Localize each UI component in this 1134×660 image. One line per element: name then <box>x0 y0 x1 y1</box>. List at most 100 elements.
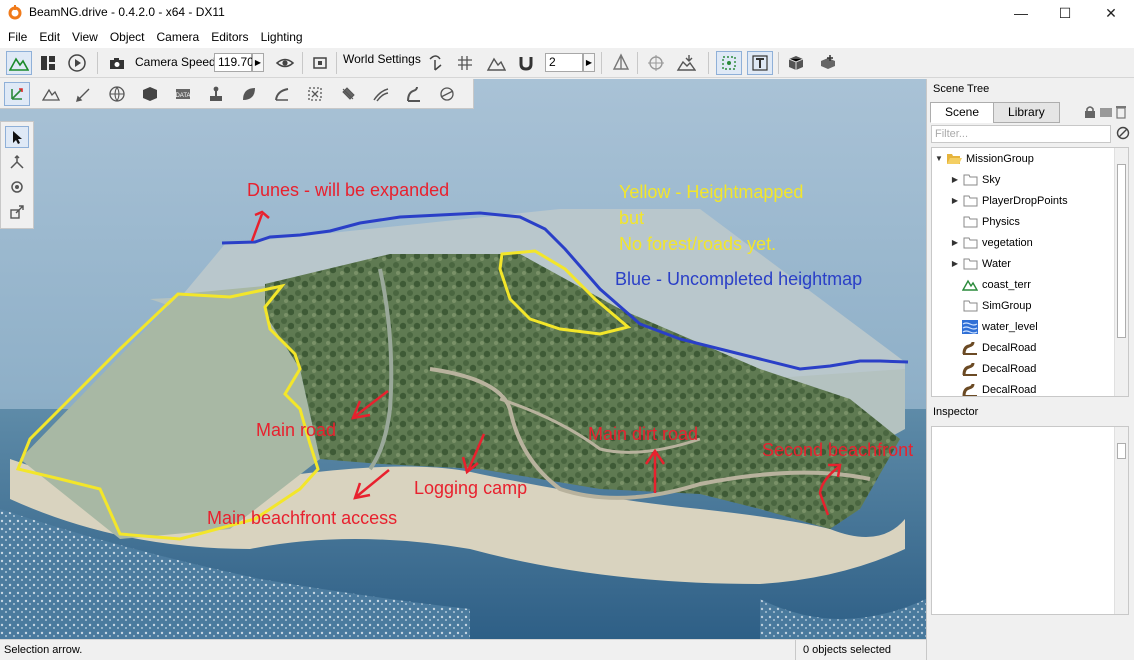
camera-button[interactable] <box>104 51 130 75</box>
tab-library[interactable]: Library <box>993 102 1060 123</box>
tree-item-sky[interactable]: ▶ Sky <box>950 169 1000 190</box>
forest-editor-tool[interactable] <box>203 82 229 106</box>
move-tool[interactable] <box>5 151 29 173</box>
datablock-editor-tool[interactable]: DATA <box>170 82 196 106</box>
menu-view[interactable]: View <box>66 27 104 47</box>
tree-item-water-level[interactable]: water_level <box>950 316 1038 337</box>
camera-speed-stepper[interactable]: ▶ <box>252 53 264 72</box>
terrain-painter-tool[interactable] <box>71 82 97 106</box>
prefab-button[interactable] <box>815 51 841 75</box>
magnet-snap-button[interactable] <box>513 51 539 75</box>
delete-icon[interactable] <box>1115 104 1127 119</box>
menu-object[interactable]: Object <box>104 27 151 47</box>
prism-icon <box>612 53 630 70</box>
road-editor-tool[interactable] <box>368 82 394 106</box>
menu-camera[interactable]: Camera <box>151 27 206 47</box>
beamng-logo-icon <box>8 5 22 20</box>
clear-filter-icon[interactable] <box>1116 126 1130 140</box>
tree-item-label: SimGroup <box>982 299 1032 312</box>
menu-lighting[interactable]: Lighting <box>255 27 309 47</box>
scrollbar-thumb[interactable] <box>1117 443 1126 459</box>
annotation-main-beachfront: Main beachfront access <box>207 508 398 528</box>
drop-at-terrain-button[interactable] <box>673 51 699 75</box>
object-text-button[interactable] <box>747 51 773 75</box>
editor-toolbar: DATA <box>0 79 474 109</box>
river-editor-tool[interactable] <box>269 82 295 106</box>
folder-icon <box>962 236 978 250</box>
group-icon[interactable] <box>1099 106 1113 118</box>
maximize-button[interactable]: ☐ <box>1042 0 1088 26</box>
terrain-icon <box>962 278 978 292</box>
play-button[interactable] <box>64 51 90 75</box>
object-bounds-button[interactable] <box>608 51 634 75</box>
tree-item-playerdroppoints[interactable]: ▶ PlayerDropPoints <box>950 190 1068 211</box>
gui-editor-button[interactable] <box>35 51 61 75</box>
select-arrow-tool[interactable] <box>5 126 29 148</box>
snap-rotation-button[interactable] <box>423 51 449 75</box>
screenshot-button[interactable] <box>307 51 333 75</box>
snap-value-input[interactable]: 2 <box>545 53 583 72</box>
navmesh-tool[interactable] <box>434 82 460 106</box>
snap-value-stepper[interactable]: ▶ <box>583 53 595 72</box>
object-center-button[interactable] <box>716 51 742 75</box>
tree-item-missiongroup[interactable]: ▼ MissionGroup <box>934 148 1034 169</box>
3d-viewport[interactable]: Dunes - will be expanded Yellow - Height… <box>0 79 926 639</box>
tab-scene[interactable]: Scene <box>930 102 995 123</box>
menu-editors[interactable]: Editors <box>205 27 254 47</box>
terrain-snap-button[interactable] <box>483 51 509 75</box>
expand-icon[interactable]: ▶ <box>950 175 960 184</box>
tree-item-label: vegetation <box>982 236 1033 249</box>
window-title: BeamNG.drive - 0.4.2.0 - x64 - DX11 <box>29 5 225 19</box>
sketch-tool[interactable] <box>137 82 163 106</box>
tree-item-decalroad[interactable]: DecalRoad <box>950 358 1036 379</box>
collapse-icon[interactable]: ▼ <box>934 154 944 163</box>
scale-tool[interactable] <box>5 201 29 223</box>
frame-icon <box>313 57 327 69</box>
visibility-button[interactable] <box>272 51 298 75</box>
title-bar: BeamNG.drive - 0.4.2.0 - x64 - DX11 — ☐ … <box>0 0 1134 26</box>
camera-speed-input[interactable]: 119.70 <box>214 53 254 72</box>
folder-icon <box>962 299 978 313</box>
object-editor-tool[interactable] <box>4 82 30 106</box>
expand-icon[interactable]: ▶ <box>950 196 960 205</box>
terrain-editor-tool[interactable] <box>38 82 64 106</box>
scene-filter-input[interactable]: Filter... <box>931 125 1111 143</box>
decal-icon <box>342 87 355 100</box>
leaf-tool[interactable] <box>236 82 262 106</box>
minimize-button[interactable]: — <box>998 0 1044 26</box>
tree-item-coast-terr[interactable]: coast_terr <box>950 274 1031 295</box>
tree-item-water[interactable]: ▶ Water <box>950 253 1011 274</box>
expand-icon[interactable]: ▶ <box>950 259 960 268</box>
menu-file[interactable]: File <box>2 27 33 47</box>
material-editor-tool[interactable] <box>104 82 130 106</box>
tree-item-decalroad[interactable]: DecalRoad <box>950 337 1036 358</box>
river-icon <box>275 88 289 101</box>
close-button[interactable]: ✕ <box>1088 0 1134 26</box>
tree-item-vegetation[interactable]: ▶ vegetation <box>950 232 1033 253</box>
decal-editor-tool[interactable] <box>335 82 361 106</box>
lock-icon[interactable] <box>1083 105 1097 119</box>
tree-item-physics[interactable]: Physics <box>950 211 1020 232</box>
annotation-blue: Blue - Uncompleted heightmap <box>615 269 863 289</box>
rotate-snap-icon <box>429 55 442 71</box>
minimize-icon: — <box>1014 5 1028 21</box>
tree-item-simgroup[interactable]: SimGroup <box>950 295 1032 316</box>
mesh-road-tool[interactable] <box>302 82 328 106</box>
gizmo-sphere-icon <box>440 87 454 101</box>
scrollbar-thumb[interactable] <box>1117 164 1126 338</box>
scene-tree-scrollbar[interactable] <box>1114 148 1128 396</box>
expand-icon[interactable]: ▶ <box>950 238 960 247</box>
decal-road-tool[interactable] <box>401 82 427 106</box>
rotate-tool[interactable] <box>5 176 29 198</box>
grid-snap-button[interactable] <box>452 51 478 75</box>
inspector-scrollbar[interactable] <box>1114 427 1128 614</box>
folder-icon <box>962 257 978 271</box>
center-selection-button[interactable] <box>643 51 669 75</box>
tree-item-decalroad[interactable]: DecalRoad <box>950 379 1036 396</box>
svg-text:DATA: DATA <box>175 93 190 99</box>
menu-edit[interactable]: Edit <box>33 27 66 47</box>
world-settings-label[interactable]: World Settings <box>343 52 421 66</box>
shape-button[interactable] <box>783 51 809 75</box>
world-editor-button[interactable] <box>6 51 32 75</box>
terrain-icon <box>42 88 60 101</box>
